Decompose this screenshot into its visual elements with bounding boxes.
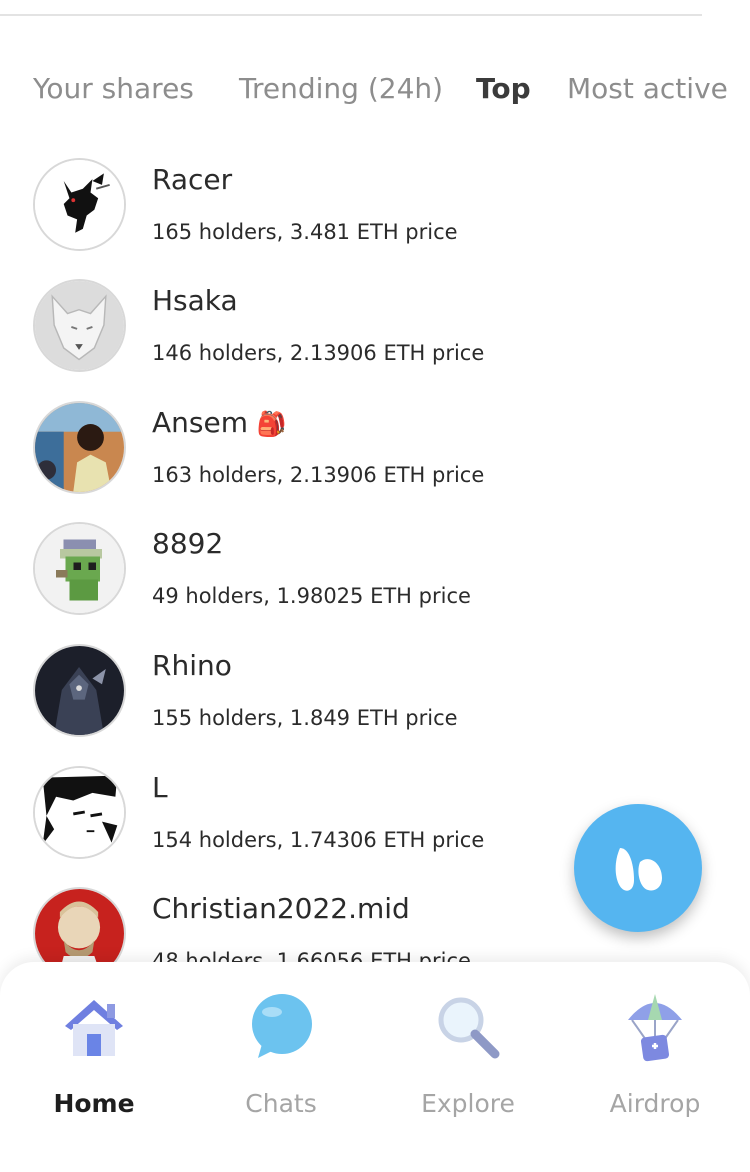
backpack-badge: 🎒	[256, 410, 287, 438]
user-name: Christian2022.mid	[152, 892, 410, 925]
user-name: Racer	[152, 163, 233, 196]
tab-trending[interactable]: Trending (24h)	[239, 70, 443, 108]
tab-most-active[interactable]: Most active	[567, 70, 728, 108]
nav-home-label: Home	[53, 1089, 135, 1118]
friend-tech-logo-icon	[615, 848, 662, 891]
dark-warrior-avatar	[33, 644, 126, 737]
user-name-text: Ansem	[152, 406, 248, 439]
tab-your-shares[interactable]: Your shares	[33, 70, 194, 108]
list-item[interactable]: Ansem 🎒 163 holders, 2.13906 ETH price	[0, 393, 750, 515]
nav-airdrop-label: Airdrop	[609, 1089, 701, 1118]
user-stats: 154 holders, 1.74306 ETH price	[152, 828, 485, 852]
photo-avatar	[33, 401, 126, 494]
user-stats: 165 holders, 3.481 ETH price	[152, 220, 458, 244]
user-stats: 155 holders, 1.849 ETH price	[152, 706, 458, 730]
user-name: 8892	[152, 527, 224, 560]
user-name: L	[152, 771, 168, 804]
nav-chats-label: Chats	[245, 1089, 317, 1118]
bottom-nav: Home Chats Explore Airdrop	[0, 962, 750, 1172]
nav-home[interactable]: Home	[19, 962, 169, 1132]
friend-tech-fab-button[interactable]	[574, 804, 702, 932]
anime-sketch-avatar	[33, 766, 126, 859]
list-item[interactable]: Hsaka 146 holders, 2.13906 ETH price	[0, 271, 750, 393]
tab-top[interactable]: Top	[476, 70, 531, 108]
user-stats: 146 holders, 2.13906 ETH price	[152, 341, 485, 365]
list-item[interactable]: 8892 49 holders, 1.98025 ETH price	[0, 514, 750, 636]
top-divider	[0, 14, 702, 16]
list-item[interactable]: Racer 165 holders, 3.481 ETH price	[0, 150, 750, 272]
list-item[interactable]: Rhino 155 holders, 1.849 ETH price	[0, 636, 750, 758]
user-stats: 49 holders, 1.98025 ETH price	[152, 584, 471, 608]
user-name: Ansem 🎒	[152, 405, 287, 442]
filter-tabs: Your shares Trending (24h) Top Most acti…	[0, 70, 750, 110]
nav-explore[interactable]: Explore	[393, 962, 543, 1132]
statue-avatar	[33, 887, 126, 962]
user-stats: 48 holders, 1.66056 ETH price	[152, 949, 471, 962]
parachute-icon	[628, 994, 682, 1062]
rabbit-avatar	[33, 158, 126, 251]
user-stats: 163 holders, 2.13906 ETH price	[152, 463, 485, 487]
nav-airdrop[interactable]: Airdrop	[580, 962, 730, 1132]
nav-chats[interactable]: Chats	[206, 962, 356, 1132]
pixel-frog-avatar	[33, 522, 126, 615]
nav-explore-label: Explore	[421, 1089, 515, 1118]
user-name: Hsaka	[152, 284, 238, 317]
chat-bubble-icon	[252, 994, 312, 1058]
home-icon	[65, 1000, 123, 1056]
user-name: Rhino	[152, 649, 232, 682]
magnifier-icon	[438, 997, 500, 1059]
wolf-avatar	[33, 279, 126, 372]
